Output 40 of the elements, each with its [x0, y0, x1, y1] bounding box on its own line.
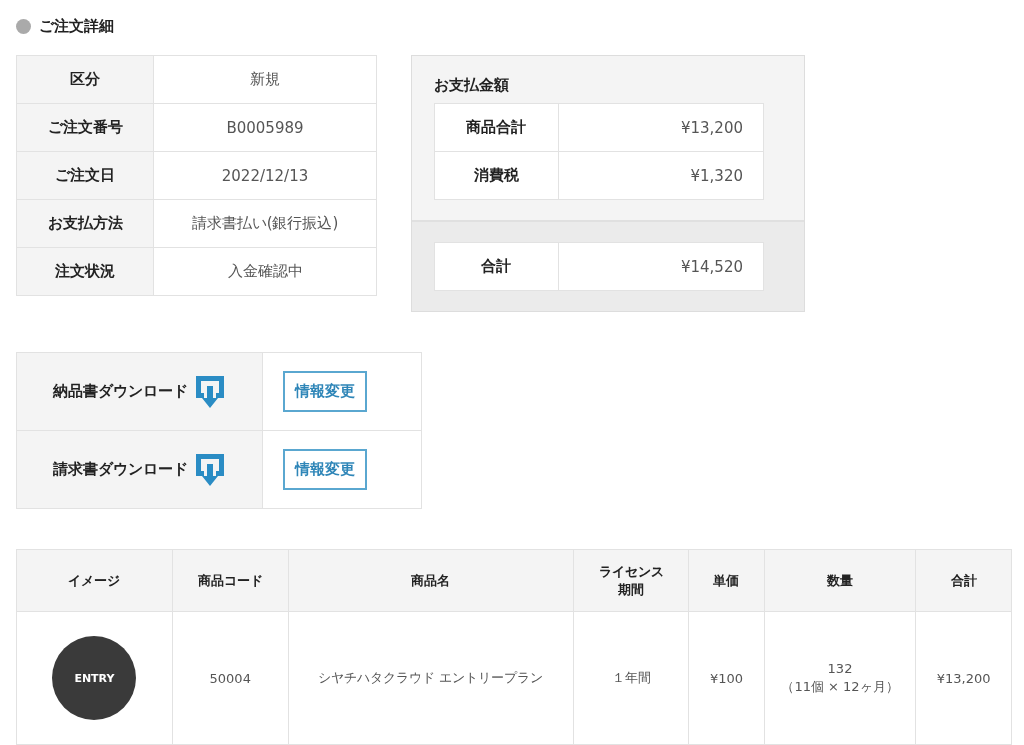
- row-value: B0005989: [153, 103, 377, 152]
- column-header: ライセンス期間: [597, 562, 665, 599]
- amount-value: ¥13,200: [558, 103, 764, 152]
- section-title: ご注文詳細: [39, 16, 114, 36]
- column-header: 商品名: [411, 571, 451, 590]
- column-header: 商品コード: [197, 571, 263, 590]
- payment-title: お支払金額: [434, 76, 510, 95]
- product-image: ENTRY: [52, 636, 137, 720]
- row-value: 入金確認中: [153, 247, 377, 296]
- table-cell: ¥100: [688, 611, 765, 745]
- download-label: 請求書ダウンロード: [53, 460, 188, 479]
- column-header: イメージ: [68, 571, 121, 590]
- table-cell: １年間: [573, 611, 689, 745]
- download-label: 納品書ダウンロード: [53, 382, 188, 401]
- change-info-button[interactable]: 情報変更: [283, 449, 367, 490]
- table-cell: ¥13,200: [915, 611, 1012, 745]
- download-icon[interactable]: [194, 451, 226, 488]
- row-label: ご注文番号: [16, 103, 154, 152]
- row-label: ご注文日: [16, 151, 154, 200]
- row-label: 注文状況: [16, 247, 154, 296]
- table-cell: 50004: [172, 611, 289, 745]
- quantity-value: 132: [826, 660, 854, 678]
- bullet-icon: [16, 18, 31, 34]
- row-label: お支払方法: [16, 199, 154, 248]
- row-value: 新規: [153, 55, 377, 104]
- row-label: 商品合計: [434, 103, 559, 152]
- amount-value: ¥1,320: [558, 151, 764, 200]
- row-label: 消費税: [434, 151, 559, 200]
- row-value: 2022/12/13: [153, 151, 377, 200]
- column-header: 単価: [713, 571, 740, 590]
- column-header: 合計: [950, 571, 977, 590]
- total-value: ¥14,520: [558, 242, 764, 291]
- table-cell: シヤチハタクラウド エントリープラン: [288, 611, 574, 745]
- row-value: 請求書払い(銀行振込): [153, 199, 377, 248]
- download-icon[interactable]: [194, 373, 226, 410]
- total-label: 合計: [434, 242, 559, 291]
- change-info-button[interactable]: 情報変更: [283, 371, 367, 412]
- row-label: 区分: [16, 55, 154, 104]
- column-header: 数量: [827, 571, 853, 590]
- quantity-detail: （11個 × 12ヶ月）: [780, 678, 900, 696]
